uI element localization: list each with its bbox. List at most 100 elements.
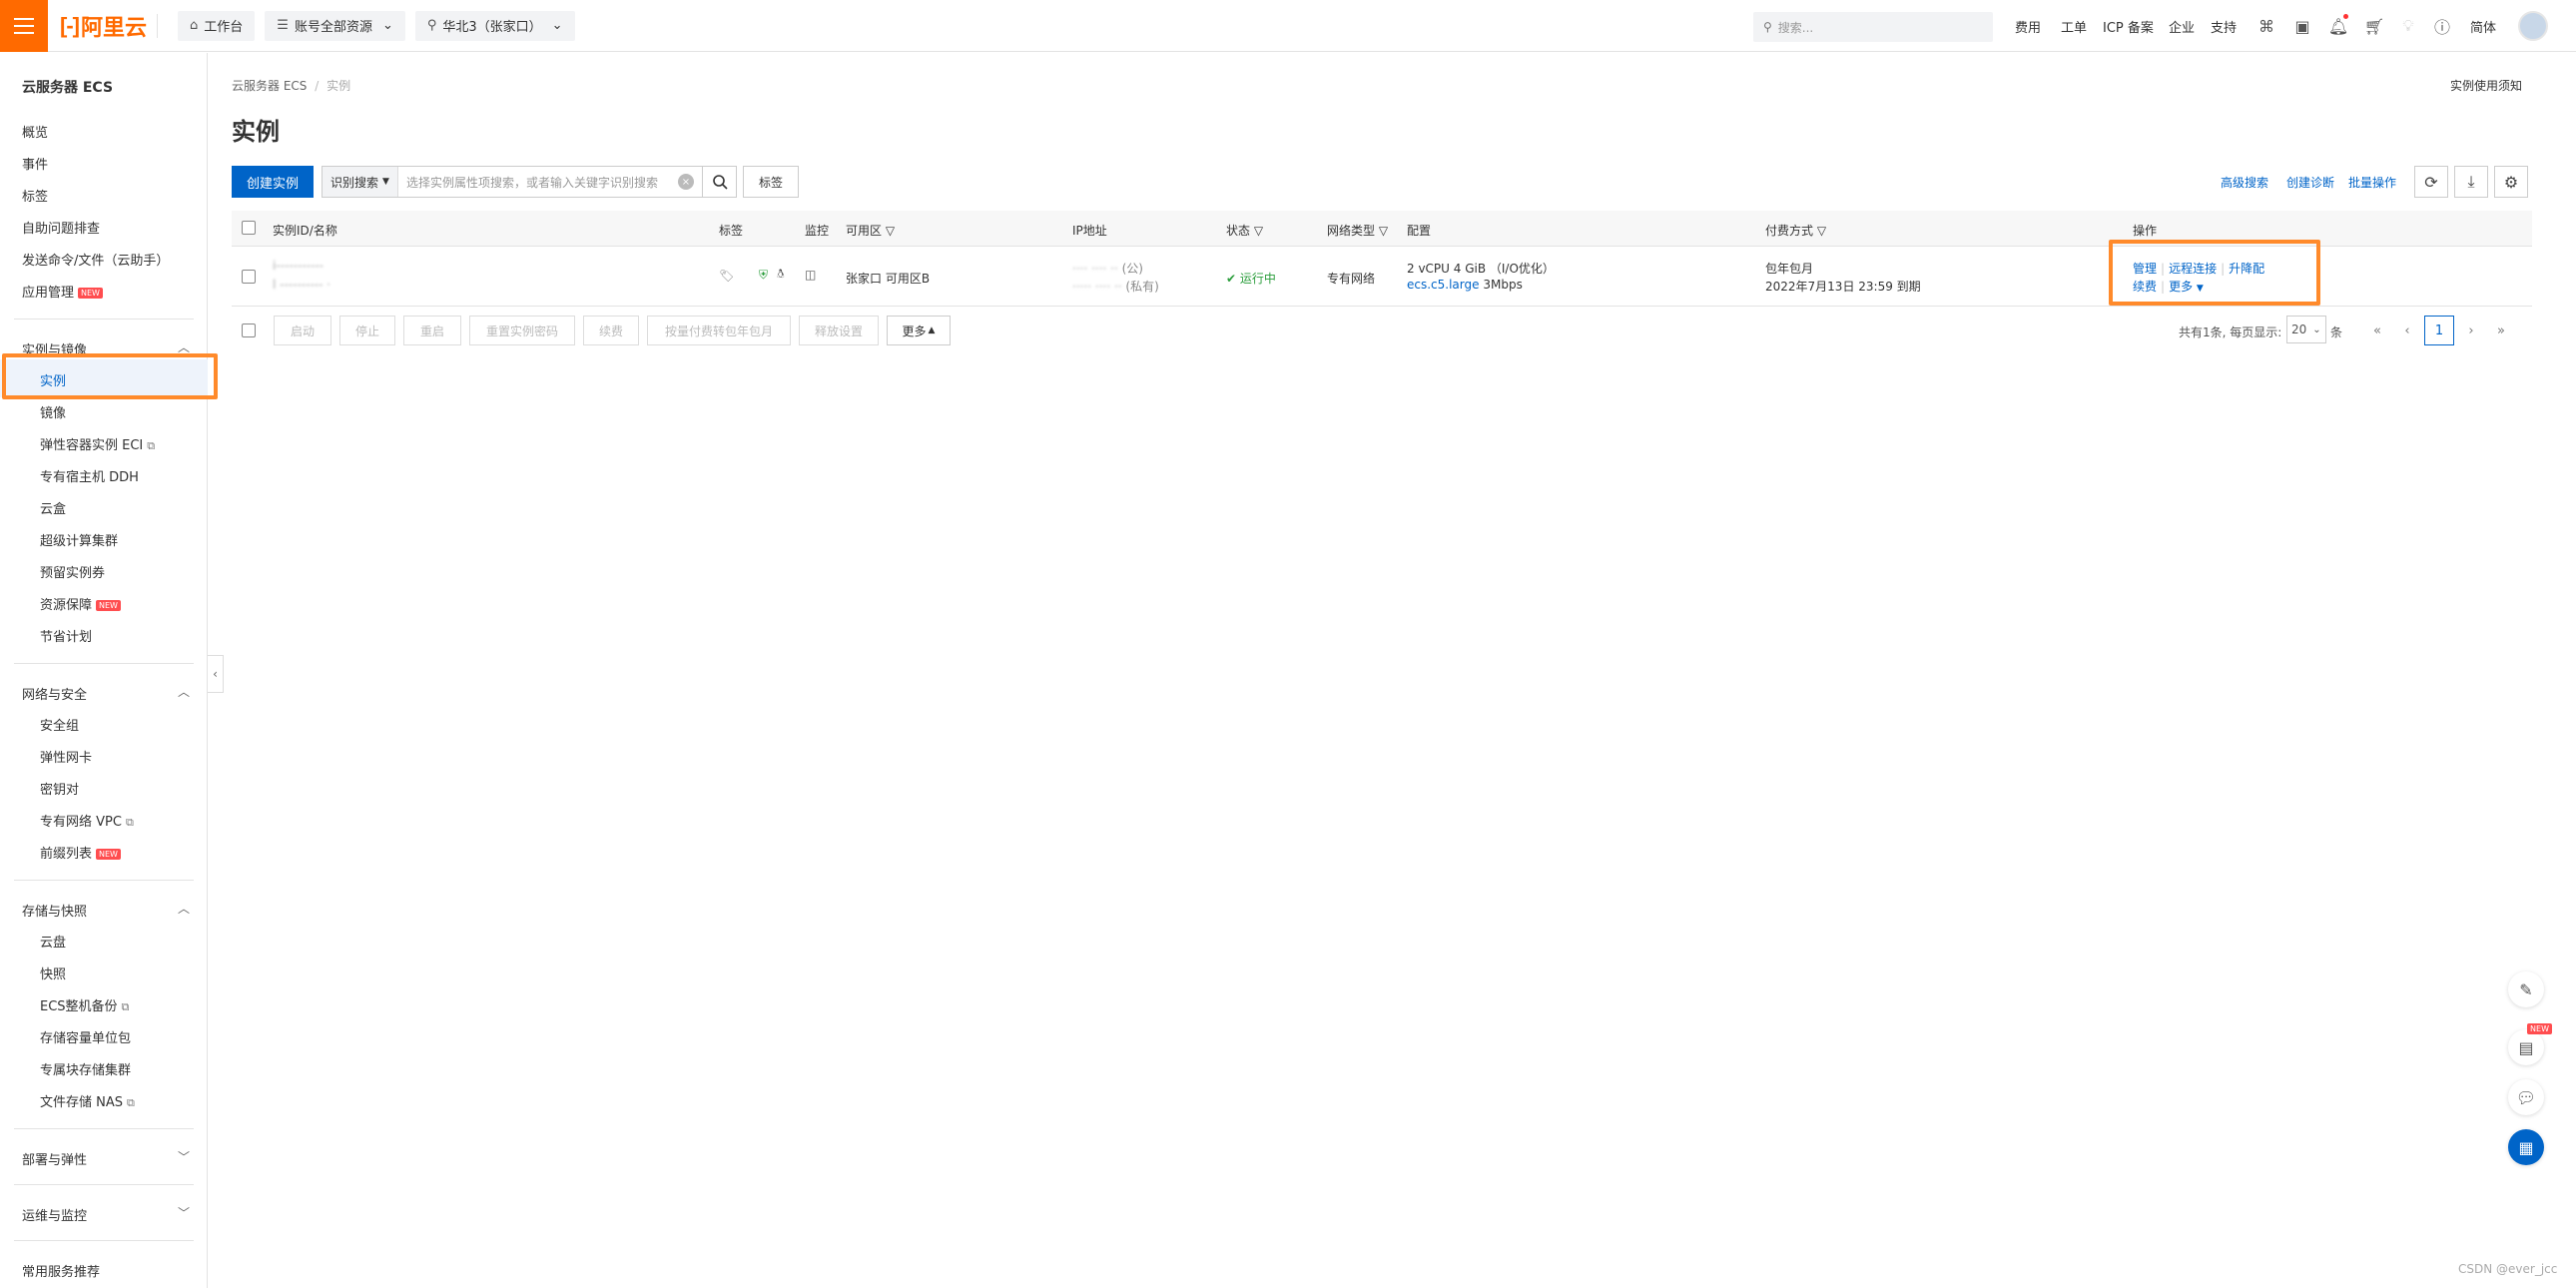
start-button[interactable]: 启动 [274,316,331,345]
sidebar-item-snapshot[interactable]: 快照 [40,964,66,982]
tag-filter-button[interactable]: 标签 [743,166,799,198]
col-zone[interactable]: 可用区 ▽ [846,222,895,239]
last-page-button[interactable]: » [2486,316,2516,345]
help-icon[interactable]: ⓘ [2430,14,2454,38]
chevron-up-icon[interactable]: ︿ [178,900,190,917]
sidebar-item-keypair[interactable]: 密钥对 [40,779,79,798]
search-input[interactable]: ⚲ 搜索... [1753,12,1993,42]
region-select[interactable]: ⚲ 华北3（张家口） ⌄ [414,10,575,41]
chevron-up-icon[interactable]: ︿ [178,683,190,700]
public-ip[interactable]: ···· ···· ·· (公) [1072,260,1143,277]
apps-float-button[interactable]: ▦ [2508,1129,2544,1165]
release-settings-button[interactable]: 释放设置 [799,316,879,345]
avatar[interactable] [2518,11,2548,41]
lightbulb-icon[interactable]: 💡︎ [2396,14,2420,38]
sidebar-item-eni[interactable]: 弹性网卡 [40,747,92,766]
col-network[interactable]: 网络类型 ▽ [1327,222,1388,239]
restart-button[interactable]: 重启 [403,316,461,345]
sidebar-item-cloud-assistant[interactable]: 发送命令/文件（云助手） [22,250,169,269]
sidebar-item-nas[interactable]: 文件存储 NAS ⧉ [40,1091,135,1110]
sidebar-item-savings-plan[interactable]: 节省计划 [40,626,92,645]
sidebar-item-resource-guarantee[interactable]: 资源保障 NEW [40,594,121,613]
sidebar-group-network[interactable]: 网络与安全 [22,684,87,703]
workbench-button[interactable]: ⌂ 工作台 [178,10,256,41]
sidebar-item-events[interactable]: 事件 [22,154,48,173]
chevron-down-icon[interactable]: ﹀ [178,1204,190,1221]
sidebar-item-reserved[interactable]: 预留实例券 [40,562,105,581]
sidebar-item-scc[interactable]: 超级计算集群 [40,530,118,549]
tag-icon[interactable]: 🏷︎ [719,269,734,283]
private-ip[interactable]: ····· ···· ·· (私有) [1072,278,1159,295]
instance-id[interactable]: i----------- [273,259,323,273]
renew-button[interactable]: 续费 [583,316,639,345]
page-size-select[interactable]: 20 ⌄ [2286,316,2326,343]
row-checkbox[interactable] [242,270,256,284]
select-all-checkbox[interactable] [242,221,256,235]
topnav-icp[interactable]: ICP 备案 [2103,0,2154,52]
sidebar-item-app-mgmt[interactable]: 应用管理 NEW [22,282,103,301]
sidebar-group-deploy[interactable]: 部署与弹性 [22,1149,87,1168]
stop-button[interactable]: 停止 [339,316,395,345]
topnav-enterprise[interactable]: 企业 [2169,0,2195,52]
sidebar-item-eci[interactable]: 弹性容器实例 ECI ⧉ [40,434,155,453]
create-diagnosis-link[interactable]: 创建诊断 [2286,174,2334,191]
download-button[interactable]: ⤓ [2454,166,2488,198]
cart-icon[interactable]: 🛒︎ [2362,14,2386,38]
sidebar-item-vpc[interactable]: 专有网络 VPC ⧉ [40,811,134,830]
settings-button[interactable]: ⚙ [2494,166,2528,198]
sidebar-item-security-group[interactable]: 安全组 [40,715,79,734]
sidebar-item-tags[interactable]: 标签 [22,186,48,205]
more-actions-button[interactable]: 更多 ▲ [887,316,951,345]
filter-input[interactable]: 选择实例属性项搜索，或者输入关键字识别搜索 [398,174,678,191]
monitor-chart-icon[interactable]: ◫ [805,268,816,282]
topnav-tickets[interactable]: 工单 [2061,0,2087,52]
shield-icon[interactable]: ⛨ [759,268,768,283]
filter-search-button[interactable] [703,166,737,198]
batch-operations-link[interactable]: 批量操作 [2348,174,2396,191]
sidebar-collapse-button[interactable]: ‹ [208,655,224,693]
sidebar-group-ops[interactable]: 运维与监控 [22,1205,87,1224]
col-status[interactable]: 状态 ▽ [1226,222,1263,239]
sidebar-item-cloudbox[interactable]: 云盒 [40,498,66,517]
clear-icon[interactable]: × [678,174,694,190]
sidebar-item-scu[interactable]: 存储容量单位包 [40,1027,131,1046]
usage-notice-link[interactable]: 实例使用须知 [2450,77,2522,94]
sidebar-item-troubleshoot[interactable]: 自助问题排查 [22,218,100,237]
topnav-support[interactable]: 支持 [2211,0,2237,52]
menu-button[interactable] [0,0,48,52]
convert-billing-button[interactable]: 按量付费转包年包月 [647,316,791,345]
refresh-button[interactable]: ⟳ [2414,166,2448,198]
sidebar-item-prefix-list[interactable]: 前缀列表 NEW [40,843,121,862]
sidebar-group-storage[interactable]: 存储与快照 [22,901,87,920]
edit-float-button[interactable]: ✎ [2508,971,2544,1007]
sidebar-item-disk[interactable]: 云盘 [40,932,66,951]
feedback-float-button[interactable]: ▤ NEW [2508,1023,2552,1065]
create-instance-button[interactable]: 创建实例 [232,166,314,198]
next-page-button[interactable]: › [2456,316,2486,345]
advanced-search-link[interactable]: 高级搜索 [2221,174,2268,191]
sidebar-item-ddh[interactable]: 专有宿主机 DDH [40,466,139,485]
bell-icon[interactable]: 🔔︎ [2326,14,2350,38]
account-resources-select[interactable]: ☰ 账号全部资源 ⌄ [265,10,405,41]
chevron-down-icon[interactable]: ﹀ [178,1148,190,1165]
language-switch[interactable]: 简体 [2470,0,2496,52]
page-1-button[interactable]: 1 [2424,316,2454,345]
filter-mode-select[interactable]: 识别搜索 ▼ [322,167,398,197]
col-pay-type[interactable]: 付费方式 ▽ [1765,222,1826,239]
reset-password-button[interactable]: 重置实例密码 [469,316,575,345]
instance-type-link[interactable]: ecs.c5.large [1407,278,1480,292]
image-icon[interactable]: ▣ [2290,14,2314,38]
sidebar-group-recommend[interactable]: 常用服务推荐 [22,1261,100,1280]
topnav-fees[interactable]: 费用 [2015,0,2041,52]
sidebar-item-overview[interactable]: 概览 [22,122,48,141]
prev-page-button[interactable]: ‹ [2392,316,2422,345]
sidebar-item-dbsc[interactable]: 专属块存储集群 [40,1059,131,1078]
first-page-button[interactable]: « [2362,316,2392,345]
bulk-select-checkbox[interactable] [242,323,256,337]
breadcrumb-root[interactable]: 云服务器 ECS [232,79,307,93]
aliyun-logo[interactable]: [-] 阿里云 [60,0,147,52]
sidebar-item-images[interactable]: 镜像 [40,402,66,421]
code-icon[interactable]: ⌘ [2254,14,2278,38]
chat-float-button[interactable]: 💬︎ [2508,1079,2544,1115]
sidebar-item-backup[interactable]: ECS整机备份 ⧉ [40,995,129,1014]
